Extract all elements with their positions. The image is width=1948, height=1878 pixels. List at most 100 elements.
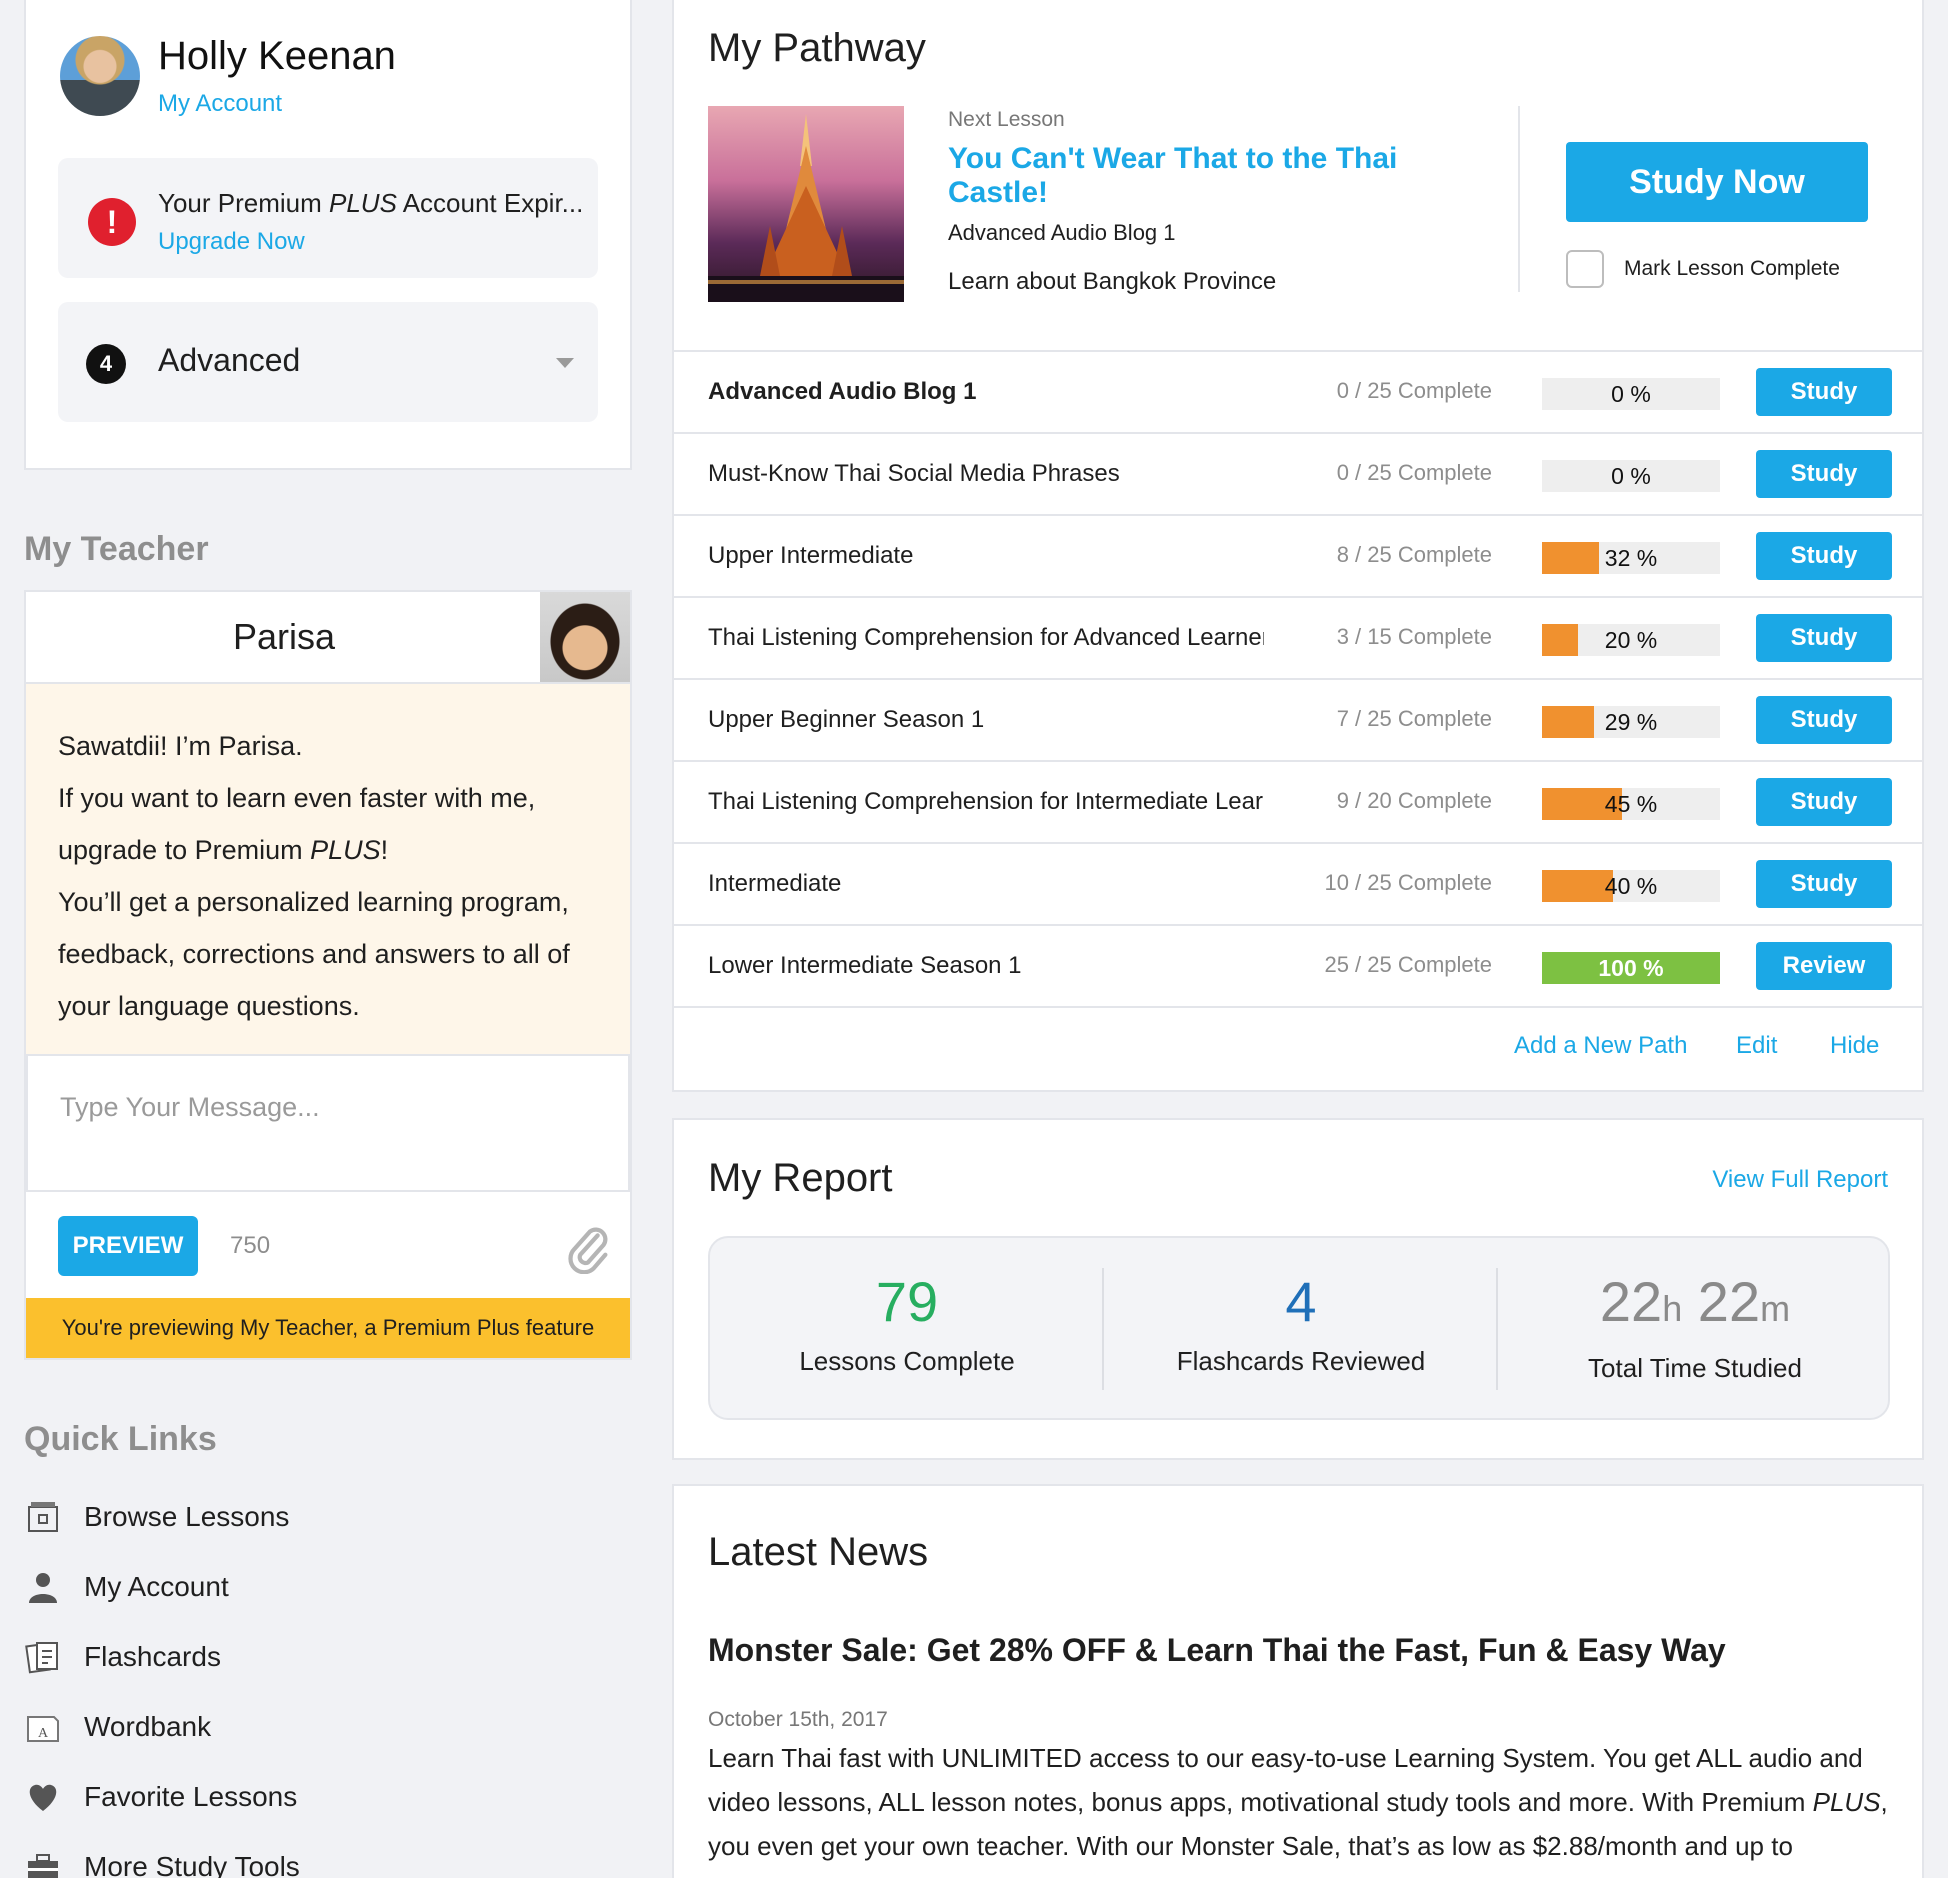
next-lesson-title[interactable]: You Can't Wear That to the Thai Castle! xyxy=(948,142,1428,210)
my-account-link[interactable]: My Account xyxy=(158,90,282,118)
study-button[interactable]: Study xyxy=(1756,532,1892,580)
study-button[interactable]: Study xyxy=(1756,450,1892,498)
teacher-message-line: If you want to learn even faster with me… xyxy=(58,772,598,876)
lessons-complete-label: Lessons Complete xyxy=(799,1346,1015,1376)
user-icon xyxy=(24,1568,62,1606)
svg-text:A: A xyxy=(38,1726,49,1741)
pathway-name[interactable]: Intermediate xyxy=(708,870,1264,898)
study-button[interactable]: Study xyxy=(1756,778,1892,826)
study-button[interactable]: Study xyxy=(1756,368,1892,416)
pathway-count: 7 / 25 Complete xyxy=(1336,706,1492,731)
quick-link-my-account[interactable]: My Account xyxy=(24,1552,624,1622)
quick-links-list: Browse Lessons My Account Flashcards A W… xyxy=(24,1482,624,1878)
quick-link-flashcards[interactable]: Flashcards xyxy=(24,1622,624,1692)
teacher-message-text: ! xyxy=(380,835,389,865)
progress-bar: 20 % xyxy=(1542,624,1720,656)
time-hours-unit: h xyxy=(1662,1288,1683,1329)
news-body-plus: PLUS xyxy=(1812,1787,1881,1817)
pathway-name[interactable]: Upper Beginner Season 1 xyxy=(708,706,1264,734)
alert-text-suffix: Account Expir... xyxy=(396,188,584,218)
quick-link-wordbank[interactable]: A Wordbank xyxy=(24,1692,624,1762)
news-headline[interactable]: Monster Sale: Get 28% OFF & Learn Thai t… xyxy=(708,1632,1726,1669)
study-button[interactable]: Study xyxy=(1756,614,1892,662)
pathway-list: Advanced Audio Blog 1 0 / 25 Complete 0 … xyxy=(674,350,1922,1088)
level-number-badge: 4 xyxy=(86,344,126,384)
quick-link-browse-lessons[interactable]: Browse Lessons xyxy=(24,1482,624,1552)
quick-link-more-study-tools[interactable]: More Study Tools xyxy=(24,1832,624,1878)
temple-illustration xyxy=(708,114,904,302)
lessons-complete-value: 79 xyxy=(875,1270,939,1333)
mark-complete-checkbox[interactable] xyxy=(1566,250,1604,288)
add-new-path-link[interactable]: Add a New Path xyxy=(1514,1032,1687,1060)
pathway-name[interactable]: Thai Listening Comprehension for Interme… xyxy=(708,788,1264,816)
flashcards-reviewed-label: Flashcards Reviewed xyxy=(1176,1346,1426,1376)
level-selector[interactable]: 4 Advanced xyxy=(58,302,598,422)
wordbank-icon: A xyxy=(24,1708,62,1746)
progress-bar: 100 % xyxy=(1542,952,1720,984)
pathway-name[interactable]: Upper Intermediate xyxy=(708,542,1264,570)
edit-path-link[interactable]: Edit xyxy=(1736,1032,1777,1060)
pathway-name[interactable]: Advanced Audio Blog 1 xyxy=(708,378,1264,406)
progress-bar: 40 % xyxy=(1542,870,1720,902)
study-button[interactable]: Study xyxy=(1756,696,1892,744)
next-lesson-series: Advanced Audio Blog 1 xyxy=(948,220,1176,245)
paperclip-icon[interactable] xyxy=(564,1220,612,1274)
progress-label: 20 % xyxy=(1604,627,1658,653)
flashcards-reviewed-stat: 4 Flashcards Reviewed xyxy=(1104,1238,1498,1418)
progress-label: 45 % xyxy=(1604,791,1658,817)
teacher-message-line: You’ll get a personalized learning progr… xyxy=(58,887,570,1021)
pathway-row: Thai Listening Comprehension for Advance… xyxy=(674,596,1922,678)
flashcards-icon xyxy=(24,1638,62,1676)
news-date: October 15th, 2017 xyxy=(708,1708,888,1731)
pathway-count: 8 / 25 Complete xyxy=(1336,542,1492,567)
time-hours: 22 xyxy=(1599,1270,1663,1333)
pathway-name[interactable]: Thai Listening Comprehension for Advance… xyxy=(708,624,1264,652)
pathway-row: Advanced Audio Blog 1 0 / 25 Complete 0 … xyxy=(674,350,1922,432)
pathway-name[interactable]: Must-Know Thai Social Media Phrases xyxy=(708,460,1264,488)
upgrade-now-link[interactable]: Upgrade Now xyxy=(158,228,305,256)
avatar[interactable] xyxy=(60,36,140,116)
teacher-message-plus: PLUS xyxy=(310,835,381,865)
view-full-report-link[interactable]: View Full Report xyxy=(1712,1166,1888,1194)
quick-link-favorite-lessons[interactable]: Favorite Lessons xyxy=(24,1762,624,1832)
report-stats: 79 Lessons Complete 4 Flashcards Reviewe… xyxy=(708,1236,1890,1420)
mark-complete-label: Mark Lesson Complete xyxy=(1624,257,1840,280)
teacher-name: Parisa xyxy=(232,616,336,657)
teacher-card: Parisa Sawatdii! I’m Parisa. If you want… xyxy=(24,590,632,1360)
quick-link-label: My Account xyxy=(84,1571,229,1602)
pathway-row: Intermediate 10 / 25 Complete 40 % Study xyxy=(674,842,1922,924)
time-minutes-unit: m xyxy=(1760,1288,1791,1329)
flashcards-reviewed-value: 4 xyxy=(1285,1270,1317,1333)
profile-card: Holly Keenan My Account ! Your Premium P… xyxy=(24,0,632,470)
review-button[interactable]: Review xyxy=(1756,942,1892,990)
message-input[interactable] xyxy=(26,1054,630,1192)
study-button[interactable]: Study xyxy=(1756,860,1892,908)
profile-name: Holly Keenan xyxy=(158,34,396,78)
progress-bar: 32 % xyxy=(1542,542,1720,574)
progress-label: 32 % xyxy=(1604,545,1658,571)
quick-link-label: More Study Tools xyxy=(84,1851,300,1878)
quick-link-label: Browse Lessons xyxy=(84,1501,290,1532)
alert-text-prefix: Your Premium xyxy=(158,188,329,218)
study-now-button[interactable]: Study Now xyxy=(1566,142,1868,222)
quick-links-heading: Quick Links xyxy=(24,1420,217,1458)
next-lesson-description: Learn about Bangkok Province xyxy=(948,268,1277,295)
progress-label: 0 % xyxy=(1611,463,1651,489)
hide-path-link[interactable]: Hide xyxy=(1830,1032,1879,1060)
teacher-message: Sawatdii! I’m Parisa. If you want to lea… xyxy=(26,682,630,1054)
character-count: 750 xyxy=(230,1232,271,1259)
lesson-thumbnail[interactable] xyxy=(708,106,904,302)
progress-label: 29 % xyxy=(1604,709,1658,735)
my-teacher-heading: My Teacher xyxy=(24,530,209,568)
next-lesson-label: Next Lesson xyxy=(948,108,1065,131)
total-time-stat: 22h 22m Total Time Studied xyxy=(1498,1238,1892,1418)
progress-bar: 0 % xyxy=(1542,378,1720,410)
total-time-label: Total Time Studied xyxy=(1588,1353,1802,1383)
pathway-name[interactable]: Lower Intermediate Season 1 xyxy=(708,952,1264,980)
pathway-row: Must-Know Thai Social Media Phrases 0 / … xyxy=(674,432,1922,514)
progress-label: 100 % xyxy=(1598,955,1664,981)
preview-button[interactable]: PREVIEW xyxy=(58,1216,198,1276)
account-expiry-alert: ! Your Premium PLUS Account Expir... Upg… xyxy=(58,158,598,278)
pathway-row: Upper Beginner Season 1 7 / 25 Complete … xyxy=(674,678,1922,760)
mark-lesson-complete[interactable]: Mark Lesson Complete xyxy=(1566,250,1840,288)
